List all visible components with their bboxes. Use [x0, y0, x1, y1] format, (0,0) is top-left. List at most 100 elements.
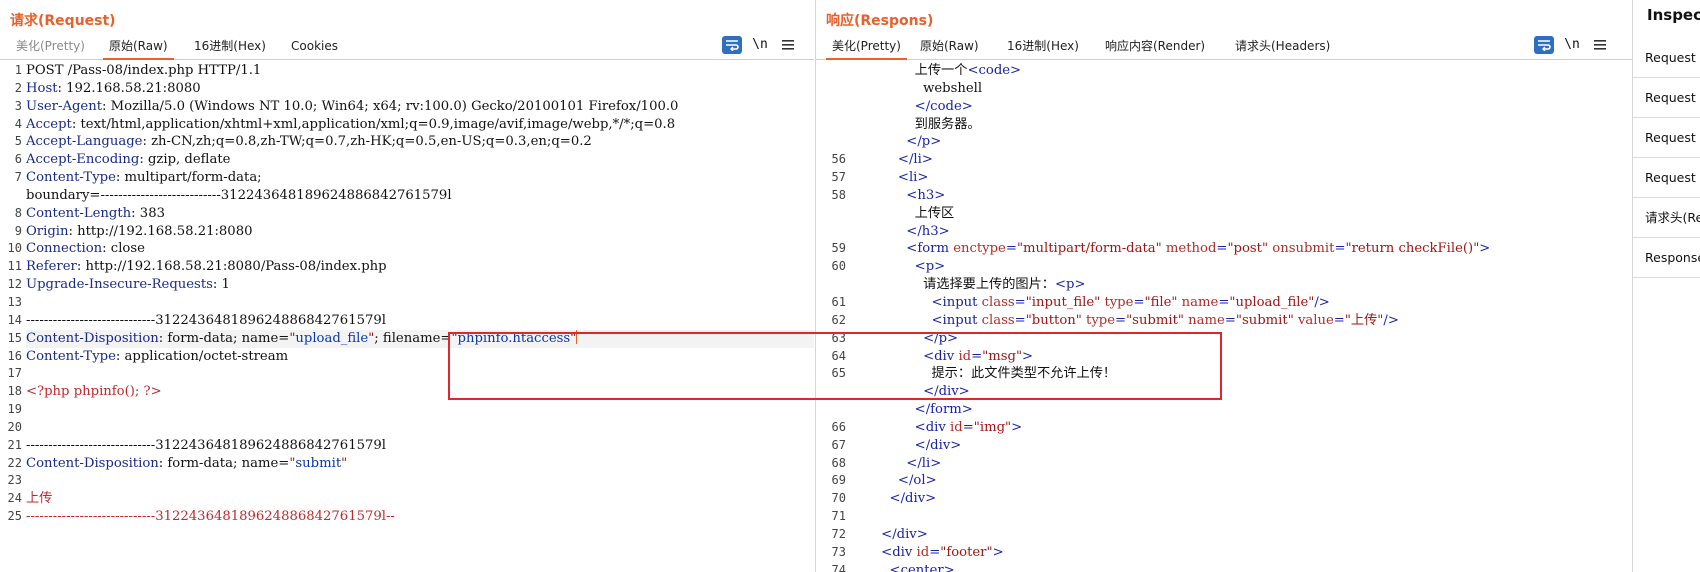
code-token: </code> [856, 98, 973, 114]
code-line: 65 提示：此文件类型不允许上传！ [816, 365, 1632, 383]
code-line: 11 Referer: http://192.168.58.21:8080/Pas… [0, 258, 814, 276]
inspector-item-request-body[interactable]: Request B [1633, 118, 1700, 158]
line-number: 21 [7, 437, 22, 452]
line-number: 12 [7, 277, 22, 292]
code-line: 14 -----------------------------312243648… [0, 312, 814, 330]
line-number: 16 [7, 348, 22, 363]
inspector-item-response[interactable]: Response [1633, 238, 1700, 278]
code-token: "file" [1144, 294, 1178, 310]
code-token: <?php phpinfo(); ?> [26, 384, 162, 400]
code-token: </form> [856, 402, 973, 418]
code-token: Content-Disposition [26, 455, 159, 471]
line-number: 68 [831, 455, 846, 470]
line-text: </div> [856, 437, 1632, 455]
code-token: : form-data; name= [158, 455, 290, 471]
code-line: 71 [816, 508, 1632, 526]
line-number: 64 [831, 348, 846, 363]
code-token: upload_file [295, 330, 369, 346]
show-newlines-toggle[interactable]: \n [1561, 35, 1583, 55]
line-number: 72 [831, 526, 846, 541]
line-text: Accept-Encoding: gzip, deflate [26, 151, 814, 169]
code-token: "button" [1025, 312, 1082, 328]
code-token: class [981, 312, 1015, 328]
inspector-item-request-headers[interactable]: 请求头(Re [1633, 198, 1700, 238]
response-viewer[interactable]: 上传一个<code> webshell </code> 到服务器。 </p> 56… [816, 62, 1632, 572]
line-text: Accept: text/html,application/xhtml+xml,… [26, 116, 814, 134]
line-number: 17 [7, 366, 22, 381]
request-tab-hex[interactable]: 16进制(Hex) [188, 35, 272, 58]
request-tab-pretty[interactable]: 美化(Pretty) [10, 35, 91, 58]
text-cursor [576, 329, 578, 344]
code-token: id [958, 348, 972, 364]
response-tab-render[interactable]: 响应内容(Render) [1099, 35, 1211, 58]
line-text: </p> [856, 330, 1632, 348]
code-token: Upgrade-Insecure-Requests [26, 277, 213, 293]
code-line: 5 Accept-Language: zh-CN,zh;q=0.8,zh-TW;q… [0, 133, 814, 151]
code-token: </li> [856, 152, 933, 168]
line-text: <input class="input_file" type="file" na… [856, 294, 1632, 312]
code-token: id [950, 419, 963, 435]
menu-icon[interactable] [1591, 35, 1609, 55]
response-panel: 响应(Respons) 美化(Pretty) 原始(Raw) 16进制(Hex)… [815, 0, 1632, 572]
code-token: "footer" [940, 544, 993, 560]
code-token: </p> [856, 134, 942, 150]
code-token: : http://192.168.58.21:8080/Pass-08/inde… [76, 259, 387, 275]
code-token: ; filename= [374, 330, 452, 346]
request-editor[interactable]: 1 POST /Pass-08/index.php HTTP/1.1 2 Host: … [0, 62, 814, 572]
code-token: > [1479, 241, 1491, 257]
inspector-item-request-attributes[interactable]: Request A [1633, 38, 1700, 78]
line-text: 上传区 [856, 205, 1632, 223]
response-tab-hex[interactable]: 16进制(Hex) [1001, 35, 1085, 58]
inspector-item-request-query[interactable]: Request ( [1633, 78, 1700, 118]
code-line: </form> [816, 401, 1632, 419]
code-token: = [1014, 312, 1026, 328]
inspector-title: Inspecto [1647, 6, 1700, 24]
code-token: -----------------------------31224364818… [26, 437, 386, 453]
line-text: Referer: http://192.168.58.21:8080/Pass-… [26, 258, 814, 276]
code-token: "multipart/form-data" [1016, 241, 1162, 257]
line-number: 24 [7, 491, 22, 506]
response-tab-headers[interactable]: 请求头(Headers) [1229, 35, 1336, 58]
inspector-item-request-cookies[interactable]: Request C [1633, 158, 1700, 198]
request-tab-raw[interactable]: 原始(Raw) [103, 35, 174, 60]
response-tab-raw[interactable]: 原始(Raw) [914, 35, 985, 58]
line-number [0, 187, 26, 205]
code-token: method [1165, 241, 1217, 257]
request-tab-cookies[interactable]: Cookies [285, 35, 344, 58]
line-text: </div> [856, 383, 1632, 401]
line-number: 65 [831, 366, 846, 381]
code-token: = [971, 348, 983, 364]
code-token: <h3> [856, 187, 946, 203]
word-wrap-icon[interactable] [722, 36, 742, 54]
code-token: /> [1314, 294, 1330, 310]
code-line: 57 <li> [816, 169, 1632, 187]
code-line: </p> [816, 133, 1632, 151]
line-text: <div id="footer"> [856, 544, 1632, 562]
code-token: type [1086, 312, 1116, 328]
code-token: > [1011, 419, 1023, 435]
line-text: </div> [856, 490, 1632, 508]
menu-icon[interactable] [779, 35, 797, 55]
line-number: 61 [831, 294, 846, 309]
code-token: : close [102, 241, 145, 257]
line-number: 20 [7, 419, 22, 434]
word-wrap-icon[interactable] [1534, 36, 1554, 54]
code-token: onsubmit [1272, 241, 1335, 257]
line-number: 4 [14, 116, 22, 131]
response-tab-pretty[interactable]: 美化(Pretty) [826, 35, 907, 60]
code-line: 9 Origin: http://192.168.58.21:8080 [0, 223, 814, 241]
code-token: = [1115, 312, 1127, 328]
line-text: 请选择要上传的图片：<p> [856, 276, 1632, 294]
line-number: 8 [14, 205, 22, 220]
code-line: 6 Accept-Encoding: gzip, deflate [0, 151, 814, 169]
code-token: <input [856, 312, 982, 328]
response-tabs: 美化(Pretty) 原始(Raw) 16进制(Hex) 响应内容(Render… [816, 35, 1632, 60]
code-line: 74 <center> [816, 562, 1632, 572]
line-text: Content-Disposition: form-data; name= "su… [26, 455, 814, 473]
line-text [26, 294, 814, 312]
code-token: value [1297, 312, 1334, 328]
show-newlines-toggle[interactable]: \n [749, 35, 771, 55]
code-token: = [1005, 241, 1017, 257]
line-text: <div id="msg"> [856, 348, 1632, 366]
line-text: Content-Disposition: form-data; name="up… [26, 329, 814, 348]
